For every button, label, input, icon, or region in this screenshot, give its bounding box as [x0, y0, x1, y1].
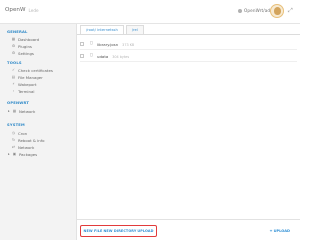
- sidebar-item-label: Packages: [19, 151, 38, 157]
- sidebar-item-label: Plugins: [18, 43, 32, 49]
- new-file-button[interactable]: NEW FILE: [84, 229, 103, 233]
- sidebar-section-general: GENERAL: [7, 30, 28, 34]
- new-directory-button[interactable]: NEW DIRECTORY: [103, 229, 136, 233]
- file-icon: ▯: [90, 41, 93, 46]
- upload-right-label: UPLOAD: [273, 229, 290, 233]
- sidebar: GENERAL ▦ Dashboard ⚙ Plugins ⚙ Settings…: [0, 24, 77, 240]
- file-size: 373 KB: [122, 42, 135, 47]
- file-list: ▯ library.josn 373 KB ▯ udata 304 bytes: [80, 38, 297, 62]
- reboot-icon: ↻: [11, 138, 15, 142]
- sidebar-item-label: Settings: [18, 50, 34, 56]
- tabs-divider: [77, 34, 300, 35]
- user-icon: [238, 8, 242, 13]
- file-name-text: library.josn: [97, 41, 119, 47]
- sidebar-item-label: Check certificates: [18, 67, 53, 73]
- clock-icon: ◷: [11, 131, 16, 135]
- sidebar-item-terminal[interactable]: › Terminal: [11, 88, 35, 94]
- sidebar-section-openwrt: OPENWRT: [7, 101, 30, 105]
- file-name[interactable]: udata 304 bytes: [97, 54, 129, 59]
- sidebar-item-wakeport[interactable]: ⚡ Wakeport: [11, 81, 36, 87]
- sidebar-item-settings[interactable]: ⚙ Settings: [11, 50, 34, 56]
- sidebar-item-file-manager[interactable]: ▤ File Manager: [11, 74, 43, 80]
- sidebar-section-system: SYSTEM: [7, 123, 25, 127]
- main-content: /root/ internetssh /rel ▯ library.josn 37…: [77, 24, 300, 240]
- sidebar-item-label: Reboot & info: [18, 137, 45, 143]
- file-manager-icon: ▤: [11, 75, 16, 79]
- check-icon: ✓: [11, 68, 15, 72]
- sidebar-item-packages[interactable]: ▸ ▣ Packages: [8, 151, 37, 157]
- chevron-right-icon: ▸: [8, 109, 10, 113]
- sidebar-item-label: Cron: [18, 130, 28, 136]
- settings-icon: ⚙: [11, 51, 16, 55]
- plus-icon: +: [269, 229, 273, 233]
- brand-name: OpenW: [5, 7, 26, 13]
- dashboard-icon: ▦: [11, 37, 16, 41]
- path-tabs: /root/ internetssh /rel: [80, 24, 146, 34]
- network-arrows-icon: ⇄: [11, 145, 15, 149]
- sidebar-item-label: Wakeport: [18, 81, 37, 87]
- brand-subtitle: Lede: [28, 7, 39, 13]
- tab-root-path[interactable]: /root/ internetssh: [80, 25, 124, 34]
- fullscreen-icon[interactable]: ⤢: [288, 8, 293, 14]
- upload-right-button[interactable]: +UPLOAD: [270, 229, 290, 233]
- sidebar-section-tools: TOOLS: [7, 61, 22, 65]
- package-icon: ▣: [12, 152, 17, 156]
- file-size: 304 bytes: [112, 54, 130, 59]
- tab-rel-path[interactable]: /rel: [125, 25, 144, 34]
- avatar[interactable]: [270, 4, 284, 18]
- sidebar-item-label: Dashboard: [18, 36, 40, 42]
- network-icon: ▦: [12, 109, 17, 113]
- file-row[interactable]: ▯ library.josn 373 KB: [80, 38, 297, 50]
- wakeport-icon: ⚡: [12, 82, 15, 86]
- sidebar-item-check-certificates[interactable]: ✓ Check certificates: [11, 67, 53, 73]
- file-icon: ▯: [90, 53, 93, 58]
- brand[interactable]: OpenW Lede: [5, 7, 39, 13]
- file-row[interactable]: ▯ udata 304 bytes: [80, 50, 297, 62]
- sidebar-item-cron[interactable]: ◷ Cron: [11, 130, 27, 136]
- sidebar-item-reboot-info[interactable]: ↻ Reboot & info: [11, 137, 45, 143]
- sidebar-item-label: File Manager: [18, 74, 43, 80]
- sidebar-item-network-system[interactable]: ⇄ Network: [11, 144, 34, 150]
- sidebar-item-label: Terminal: [18, 88, 35, 94]
- plugins-icon: ⚙: [11, 44, 16, 48]
- highlighted-actions: NEW FILE NEW DIRECTORY UPLOAD: [80, 225, 157, 237]
- top-header: OpenW Lede OpenWrt/admin ⤢: [0, 0, 300, 24]
- file-name-text: udata: [97, 53, 109, 59]
- sidebar-item-label: Network: [19, 108, 36, 114]
- chevron-right-icon: ▸: [8, 152, 10, 156]
- upload-button[interactable]: UPLOAD: [137, 229, 153, 233]
- terminal-icon: ›: [12, 89, 15, 93]
- file-name[interactable]: library.josn 373 KB: [97, 42, 134, 47]
- sidebar-item-label: Network: [18, 144, 35, 150]
- bottom-action-bar: NEW FILE NEW DIRECTORY UPLOAD +UPLOAD: [77, 219, 300, 240]
- sidebar-item-network-openwrt[interactable]: ▸ ▦ Network: [8, 108, 35, 114]
- file-checkbox[interactable]: [80, 42, 84, 46]
- sidebar-item-plugins[interactable]: ⚙ Plugins: [11, 43, 32, 49]
- file-checkbox[interactable]: [80, 54, 84, 58]
- sidebar-item-dashboard[interactable]: ▦ Dashboard: [11, 36, 39, 42]
